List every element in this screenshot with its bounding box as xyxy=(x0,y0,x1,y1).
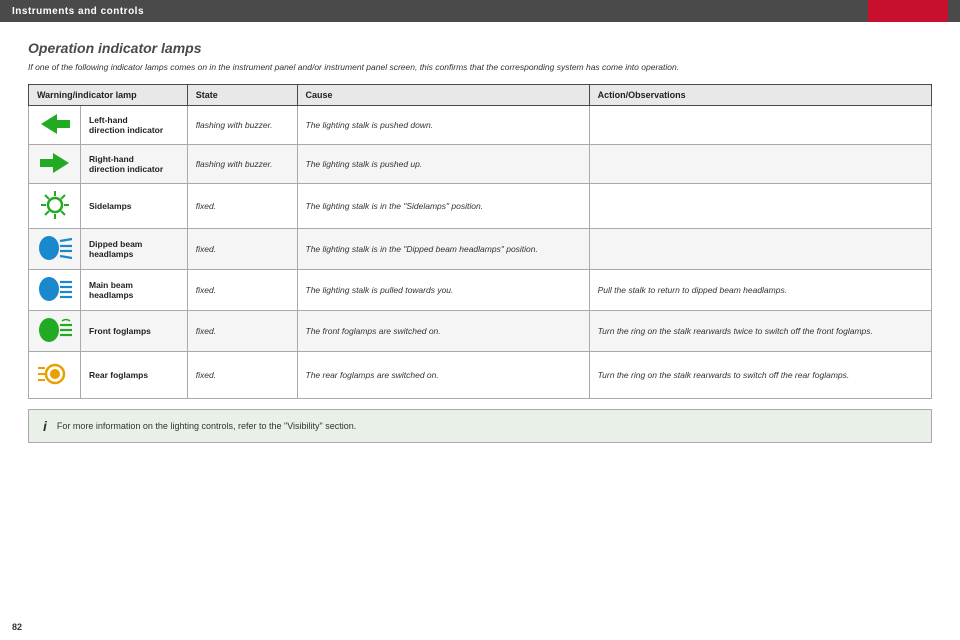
lamp-icon-cell xyxy=(29,229,81,270)
cause-cell: The front foglamps are switched on. xyxy=(297,311,589,352)
lamp-icon-cell xyxy=(29,106,81,145)
lamp-name-cell: Left-handdirection indicator xyxy=(81,106,188,145)
lamp-icon-cell xyxy=(29,184,81,229)
action-text: Pull the stalk to return to dipped beam … xyxy=(598,285,787,295)
state-text: fixed. xyxy=(196,285,216,295)
table-row: Right-handdirection indicator flashing wi… xyxy=(29,145,932,184)
action-cell: Pull the stalk to return to dipped beam … xyxy=(589,270,931,311)
accent-block xyxy=(868,0,948,22)
col-header-cause: Cause xyxy=(297,85,589,106)
info-bar: i For more information on the lighting c… xyxy=(28,409,932,443)
state-cell: fixed. xyxy=(187,270,297,311)
lamp-name: Dipped beamheadlamps xyxy=(89,239,142,259)
table-row: Dipped beamheadlamps fixed. The lighting s… xyxy=(29,229,932,270)
col-header-action: Action/Observations xyxy=(589,85,931,106)
table-header-row: Warning/indicator lamp State Cause Actio… xyxy=(29,85,932,106)
top-bar: Instruments and controls xyxy=(0,0,960,22)
lamp-name-cell: Main beamheadlamps xyxy=(81,270,188,311)
lamp-name-cell: Sidelamps xyxy=(81,184,188,229)
cause-cell: The lighting stalk is in the "Sidelamps"… xyxy=(297,184,589,229)
cause-text: The lighting stalk is pushed down. xyxy=(306,120,434,130)
cause-cell: The lighting stalk is in the "Dipped bea… xyxy=(297,229,589,270)
action-cell xyxy=(589,145,931,184)
lamp-name: Right-handdirection indicator xyxy=(89,154,163,174)
page-subtitle: If one of the following indicator lamps … xyxy=(28,62,932,72)
main-content: Operation indicator lamps If one of the … xyxy=(0,22,960,453)
lamp-icon-cell xyxy=(29,352,81,399)
state-cell: fixed. xyxy=(187,184,297,229)
lamp-icon-cell xyxy=(29,311,81,352)
state-text: flashing with buzzer. xyxy=(196,120,273,130)
cause-text: The lighting stalk is in the "Dipped bea… xyxy=(306,244,538,254)
state-cell: fixed. xyxy=(187,352,297,399)
lamp-name: Main beamheadlamps xyxy=(89,280,133,300)
indicator-lamps-table: Warning/indicator lamp State Cause Actio… xyxy=(28,84,932,399)
cause-text: The lighting stalk is pulled towards you… xyxy=(306,285,454,295)
lamp-name-cell: Right-handdirection indicator xyxy=(81,145,188,184)
cause-text: The front foglamps are switched on. xyxy=(306,326,441,336)
table-row: Left-handdirection indicator flashing wit… xyxy=(29,106,932,145)
action-cell xyxy=(589,184,931,229)
action-cell: Turn the ring on the stalk rearwards twi… xyxy=(589,311,931,352)
lamp-name: Sidelamps xyxy=(89,201,132,211)
col-header-state: State xyxy=(187,85,297,106)
lamp-icon-cell xyxy=(29,145,81,184)
page-number: 82 xyxy=(12,622,22,632)
state-text: flashing with buzzer. xyxy=(196,159,273,169)
table-row: Sidelamps fixed. The lighting stalk is in … xyxy=(29,184,932,229)
info-icon: i xyxy=(43,418,47,434)
action-text: Turn the ring on the stalk rearwards to … xyxy=(598,370,850,380)
action-text: Turn the ring on the stalk rearwards twi… xyxy=(598,326,873,336)
info-text: For more information on the lighting con… xyxy=(57,421,356,431)
cause-text: The rear foglamps are switched on. xyxy=(306,370,439,380)
state-cell: flashing with buzzer. xyxy=(187,145,297,184)
cause-text: The lighting stalk is in the "Sidelamps"… xyxy=(306,201,484,211)
cause-cell: The lighting stalk is pulled towards you… xyxy=(297,270,589,311)
state-cell: fixed. xyxy=(187,311,297,352)
cause-cell: The lighting stalk is pushed up. xyxy=(297,145,589,184)
action-cell xyxy=(589,229,931,270)
lamp-name-cell: Front foglamps xyxy=(81,311,188,352)
lamp-name: Left-handdirection indicator xyxy=(89,115,163,135)
lamp-name: Rear foglamps xyxy=(89,370,148,380)
lamp-icon-cell xyxy=(29,270,81,311)
table-row: Rear foglamps fixed. The rear foglamps are… xyxy=(29,352,932,399)
state-text: fixed. xyxy=(196,370,216,380)
lamp-name: Front foglamps xyxy=(89,326,151,336)
state-text: fixed. xyxy=(196,201,216,211)
col-header-lamp: Warning/indicator lamp xyxy=(29,85,188,106)
page-title: Operation indicator lamps xyxy=(28,40,932,56)
state-cell: fixed. xyxy=(187,229,297,270)
state-text: fixed. xyxy=(196,244,216,254)
table-row: Front foglamps fixed. The front foglamps a… xyxy=(29,311,932,352)
lamp-name-cell: Rear foglamps xyxy=(81,352,188,399)
action-cell xyxy=(589,106,931,145)
cause-cell: The rear foglamps are switched on. xyxy=(297,352,589,399)
cause-text: The lighting stalk is pushed up. xyxy=(306,159,423,169)
lamp-name-cell: Dipped beamheadlamps xyxy=(81,229,188,270)
cause-cell: The lighting stalk is pushed down. xyxy=(297,106,589,145)
action-cell: Turn the ring on the stalk rearwards to … xyxy=(589,352,931,399)
state-text: fixed. xyxy=(196,326,216,336)
section-title: Instruments and controls xyxy=(12,6,144,17)
table-row: Main beamheadlamps fixed. The lighting sta… xyxy=(29,270,932,311)
state-cell: flashing with buzzer. xyxy=(187,106,297,145)
